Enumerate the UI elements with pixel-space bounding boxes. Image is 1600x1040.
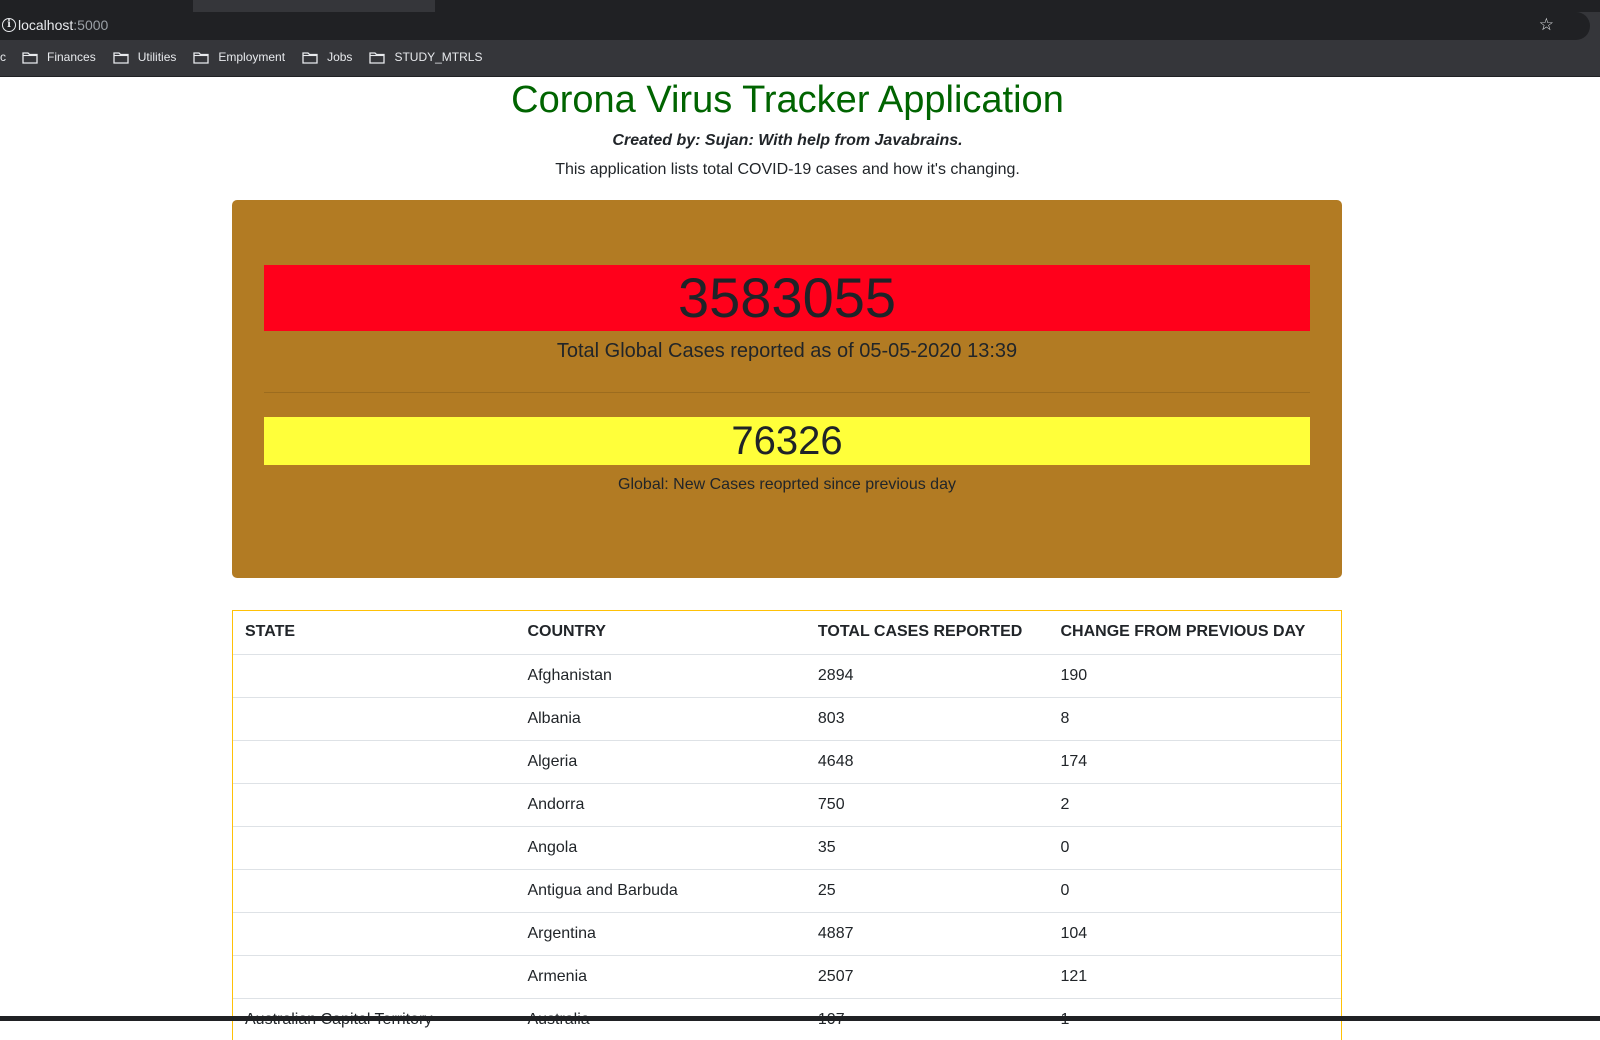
cell-state xyxy=(233,826,516,870)
new-cases-label: Global: New Cases reoprted since previou… xyxy=(618,476,956,493)
description-text: This application lists total COVID-19 ca… xyxy=(555,161,1020,178)
cell-country: Algeria xyxy=(515,740,806,784)
cell-country: Angola xyxy=(515,826,806,870)
cell-country: Afghanistan xyxy=(515,654,806,698)
info-icon[interactable]: i xyxy=(2,18,16,32)
table-header-row: STATE COUNTRY TOTAL CASES REPORTED CHANG… xyxy=(233,611,1341,655)
cell-change: 0 xyxy=(1048,826,1341,870)
new-cases-value: 76326 xyxy=(264,417,1310,465)
cell-total-cases: 35 xyxy=(805,826,1049,870)
header-country: COUNTRY xyxy=(515,611,806,655)
cell-state xyxy=(233,740,516,784)
cell-change: 190 xyxy=(1048,654,1341,698)
cell-total-cases: 25 xyxy=(805,869,1049,913)
bookmark-item[interactable]: STUDY_MTRLS xyxy=(369,50,482,64)
bookmark-label: Employment xyxy=(218,50,286,64)
cell-change: 2 xyxy=(1048,783,1341,827)
bookmark-label: Utilities xyxy=(137,50,177,64)
cell-total-cases: 2507 xyxy=(805,955,1049,999)
cell-change: 8 xyxy=(1048,697,1341,741)
cases-table: STATE COUNTRY TOTAL CASES REPORTED CHANG… xyxy=(233,611,1341,1040)
table-row: Algeria 4648 174 xyxy=(233,740,1341,784)
cases-table-container[interactable]: STATE COUNTRY TOTAL CASES REPORTED CHANG… xyxy=(232,610,1342,1040)
bookmarks-bar: sc Finances Utilities Employment Jobs STUDY_M… xyxy=(0,46,499,68)
folder-icon xyxy=(302,51,318,64)
cell-total-cases: 2894 xyxy=(805,654,1049,698)
cell-state xyxy=(233,783,516,827)
cell-state xyxy=(233,912,516,956)
cell-state xyxy=(233,654,516,698)
bookmark-item[interactable]: Finances xyxy=(22,50,96,64)
bookmark-item[interactable]: sc xyxy=(0,50,6,64)
cell-country: Albania xyxy=(515,697,806,741)
summary-panel: 3583055 Total Global Cases reported as o… xyxy=(232,200,1342,578)
url-port: :5000 xyxy=(73,17,109,33)
cell-total-cases: 803 xyxy=(805,697,1049,741)
browser-chrome: i localhost:5000 ☆ sc Finances Utilities Em… xyxy=(0,0,1600,77)
table-row: Armenia 2507 121 xyxy=(233,955,1341,999)
folder-icon xyxy=(22,51,38,64)
address-bar[interactable]: i localhost:5000 ☆ xyxy=(0,12,1590,40)
table-row: Argentina 4887 104 xyxy=(233,912,1341,956)
bottom-edge xyxy=(0,1016,1600,1021)
bookmark-item[interactable]: Jobs xyxy=(302,50,352,64)
bookmark-label: STUDY_MTRLS xyxy=(394,50,483,64)
page-content: Corona Virus Tracker Application Created… xyxy=(0,77,1600,1040)
header-state: STATE xyxy=(233,611,516,655)
total-cases-value: 3583055 xyxy=(264,265,1310,331)
table-row: Afghanistan 2894 190 xyxy=(233,654,1341,698)
cell-state xyxy=(233,697,516,741)
cell-total-cases: 4648 xyxy=(805,740,1049,784)
created-by-text: Created by: Sujan: With help from Javabr… xyxy=(612,132,963,149)
cell-country: Antigua and Barbuda xyxy=(515,869,806,913)
folder-icon xyxy=(369,51,386,64)
table-row: Albania 803 8 xyxy=(233,697,1341,741)
bookmark-label: sc xyxy=(0,50,6,64)
cell-change: 121 xyxy=(1048,955,1341,999)
folder-icon xyxy=(113,51,129,64)
cell-total-cases: 750 xyxy=(805,783,1049,827)
cell-change: 104 xyxy=(1048,912,1341,956)
bookmark-star-icon[interactable]: ☆ xyxy=(1539,15,1554,35)
table-row: Andorra 750 2 xyxy=(233,783,1341,827)
page-title: Corona Virus Tracker Application xyxy=(511,79,1064,121)
cell-country: Armenia xyxy=(515,955,806,999)
bookmark-label: Jobs xyxy=(327,50,353,64)
cell-country: Andorra xyxy=(515,783,806,827)
cell-country: Argentina xyxy=(515,912,806,956)
url-text[interactable]: localhost:5000 xyxy=(18,17,108,33)
folder-icon xyxy=(193,51,210,64)
cell-change: 174 xyxy=(1048,740,1341,784)
cell-state xyxy=(233,955,516,999)
summary-divider xyxy=(264,392,1310,393)
cell-state xyxy=(233,869,516,913)
table-row: Angola 35 0 xyxy=(233,826,1341,870)
cell-change: 0 xyxy=(1048,869,1341,913)
active-tab[interactable] xyxy=(193,0,435,12)
tab-strip xyxy=(0,0,1600,12)
bookmark-item[interactable]: Employment xyxy=(193,50,285,64)
cell-total-cases: 4887 xyxy=(805,912,1049,956)
total-cases-label: Total Global Cases reported as of 05-05-… xyxy=(556,340,1018,362)
bookmark-item[interactable]: Utilities xyxy=(113,50,177,64)
table-row: Antigua and Barbuda 25 0 xyxy=(233,869,1341,913)
header-change: CHANGE FROM PREVIOUS DAY xyxy=(1048,611,1341,655)
bookmark-label: Finances xyxy=(47,50,96,64)
url-host: localhost xyxy=(18,17,74,33)
header-total-cases: TOTAL CASES REPORTED xyxy=(805,611,1049,655)
